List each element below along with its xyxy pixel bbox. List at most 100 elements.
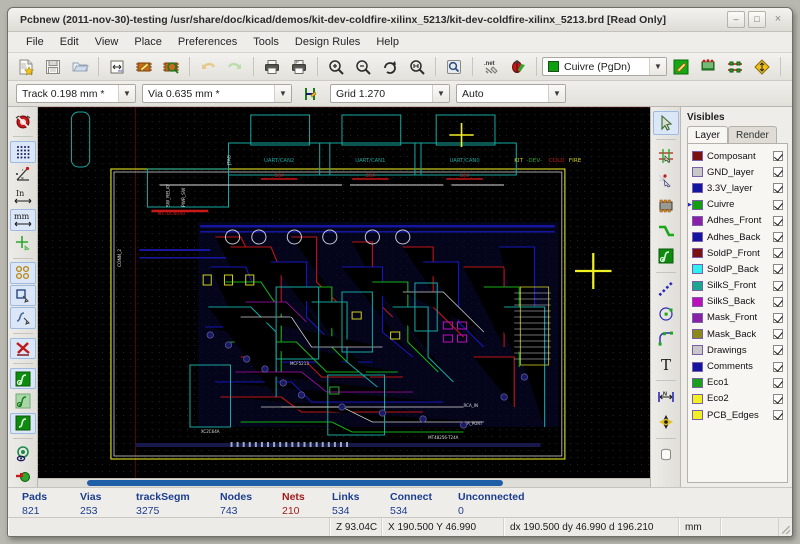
- layer-row[interactable]: ▶Composant: [692, 148, 785, 164]
- hide-tracks-icon[interactable]: [722, 55, 748, 79]
- layer-color-swatch[interactable]: [692, 232, 703, 243]
- layer-row[interactable]: ▶Adhes_Back: [692, 229, 785, 245]
- resize-grip[interactable]: [779, 518, 792, 536]
- layer-color-swatch[interactable]: [692, 183, 703, 194]
- zoom-combo[interactable]: Auto ▼: [456, 84, 566, 103]
- layer-visibility-checkbox[interactable]: [773, 167, 783, 178]
- layer-row[interactable]: ▶Cuivre: [688, 197, 785, 213]
- open-board-icon[interactable]: [67, 55, 93, 79]
- add-zone-icon[interactable]: [653, 244, 679, 268]
- layer-row[interactable]: ▶Mask_Back: [692, 326, 785, 342]
- layer-visibility-checkbox[interactable]: [773, 410, 783, 421]
- layer-list[interactable]: ▶Composant▶GND_layer▶3.3V_layer▶Cuivre ▶A…: [687, 143, 788, 483]
- show-zones-icon[interactable]: [9, 367, 36, 390]
- scrollbar-thumb[interactable]: [86, 480, 504, 486]
- local-ratsnest-icon[interactable]: [653, 169, 679, 193]
- units-mm-icon[interactable]: mm: [9, 209, 36, 232]
- save-board-icon[interactable]: [40, 55, 66, 79]
- manage-layers-icon[interactable]: [10, 443, 36, 464]
- layer-color-swatch[interactable]: [692, 361, 703, 372]
- show-zones-outline-icon[interactable]: [9, 412, 36, 435]
- layer-row[interactable]: ▶SilkS_Back: [692, 294, 785, 310]
- layer-visibility-checkbox[interactable]: [773, 393, 783, 404]
- layer-color-swatch[interactable]: [692, 264, 703, 275]
- layer-row[interactable]: ▶Drawings: [692, 342, 785, 358]
- close-button[interactable]: ×: [769, 11, 787, 28]
- layer-row[interactable]: ▶Eco2: [692, 391, 785, 407]
- layer-visibility-checkbox[interactable]: [773, 151, 783, 162]
- units-inch-icon[interactable]: In: [10, 186, 36, 208]
- high-contrast-icon[interactable]: [749, 55, 775, 79]
- layer-visibility-checkbox[interactable]: [773, 280, 783, 291]
- print-board-icon[interactable]: [259, 55, 285, 79]
- layer-color-swatch[interactable]: [692, 410, 703, 421]
- show-tracks-sketch-icon[interactable]: [9, 307, 36, 329]
- menu-place[interactable]: Place: [126, 34, 170, 50]
- highlight-net-icon[interactable]: [653, 144, 679, 168]
- chevron-down-icon[interactable]: ▼: [274, 85, 291, 102]
- layer-visibility-checkbox[interactable]: [773, 361, 783, 372]
- layer-row[interactable]: ▶Comments: [692, 358, 785, 374]
- layer-row[interactable]: ▶GND_layer: [692, 164, 785, 180]
- layer-color-swatch[interactable]: [692, 296, 703, 307]
- delete-icon[interactable]: [653, 443, 679, 467]
- layer-visibility-checkbox[interactable]: [773, 264, 783, 275]
- netlist-icon[interactable]: .net: [478, 55, 504, 79]
- menu-tools[interactable]: Tools: [245, 34, 287, 50]
- layer-visibility-checkbox[interactable]: [773, 215, 783, 226]
- chevron-down-icon[interactable]: ▼: [548, 85, 565, 102]
- layer-color-swatch[interactable]: [692, 280, 703, 291]
- layer-row[interactable]: ▶PCB_Edges: [692, 407, 785, 423]
- layer-row[interactable]: ▶Mask_Front: [692, 310, 785, 326]
- tab-layer[interactable]: Layer: [687, 126, 729, 144]
- show-modules-sketch-icon[interactable]: [9, 284, 36, 307]
- add-module-icon[interactable]: [653, 194, 679, 218]
- cursor-shape-icon[interactable]: [10, 232, 36, 253]
- layer-color-swatch[interactable]: [692, 151, 703, 162]
- layer-visibility-checkbox[interactable]: [773, 199, 783, 210]
- layer-visibility-checkbox[interactable]: [773, 377, 783, 388]
- menu-view[interactable]: View: [87, 34, 127, 50]
- add-track-icon[interactable]: [653, 219, 679, 243]
- layer-select-combo[interactable]: Cuivre (PgDn) ▼: [542, 57, 667, 76]
- layer-visibility-checkbox[interactable]: [773, 312, 783, 323]
- add-line-icon[interactable]: [653, 277, 679, 301]
- polar-coords-icon[interactable]: r φ: [10, 164, 36, 185]
- grid-combo[interactable]: Grid 1.270 ▼: [330, 84, 450, 103]
- maximize-button[interactable]: □: [748, 11, 766, 28]
- layer-row[interactable]: ▶SilkS_Front: [692, 278, 785, 294]
- menu-help[interactable]: Help: [368, 34, 407, 50]
- find-icon[interactable]: [441, 55, 467, 79]
- layer-color-swatch[interactable]: [692, 215, 703, 226]
- layer-visibility-checkbox[interactable]: [773, 232, 783, 243]
- layer-row[interactable]: ▶Eco1: [692, 375, 785, 391]
- layer-row[interactable]: ▶3.3V_layer: [692, 180, 785, 196]
- menu-design-rules[interactable]: Design Rules: [287, 34, 368, 50]
- redo-icon[interactable]: [222, 55, 248, 79]
- layer-color-swatch[interactable]: [692, 167, 703, 178]
- layer-row[interactable]: ▶SoldP_Back: [692, 261, 785, 277]
- layer-visibility-checkbox[interactable]: [773, 183, 783, 194]
- layer-color-swatch[interactable]: [692, 393, 703, 404]
- chevron-down-icon[interactable]: ▼: [649, 58, 666, 75]
- add-arc-icon[interactable]: [653, 327, 679, 351]
- layer-color-swatch[interactable]: [692, 377, 703, 388]
- pcb-canvas[interactable]: UART/CAN2 UART/CAN1 UART/CAN0 DB9 DB9 DB9: [38, 107, 650, 487]
- plot-icon[interactable]: P: [286, 55, 312, 79]
- minimize-button[interactable]: –: [727, 11, 745, 28]
- layer-color-swatch[interactable]: [692, 312, 703, 323]
- drc-off-icon[interactable]: [10, 111, 36, 132]
- layer-visibility-checkbox[interactable]: [773, 296, 783, 307]
- layer-visibility-checkbox[interactable]: [773, 329, 783, 340]
- add-mire-icon[interactable]: [653, 410, 679, 434]
- zoom-fit-icon[interactable]: [404, 55, 430, 79]
- layer-color-swatch[interactable]: [692, 199, 703, 210]
- layer-visibility-checkbox[interactable]: [773, 248, 783, 259]
- high-contrast-mode-icon[interactable]: [9, 337, 36, 360]
- show-ratsnest-icon[interactable]: [695, 55, 721, 79]
- via-size-combo[interactable]: Via 0.635 mm * ▼: [142, 84, 292, 103]
- page-settings-icon[interactable]: mil: [104, 55, 130, 79]
- microwave-tools-icon[interactable]: [10, 466, 36, 487]
- open-module-editor-icon[interactable]: [131, 55, 157, 79]
- open-module-viewer-icon[interactable]: [158, 55, 184, 79]
